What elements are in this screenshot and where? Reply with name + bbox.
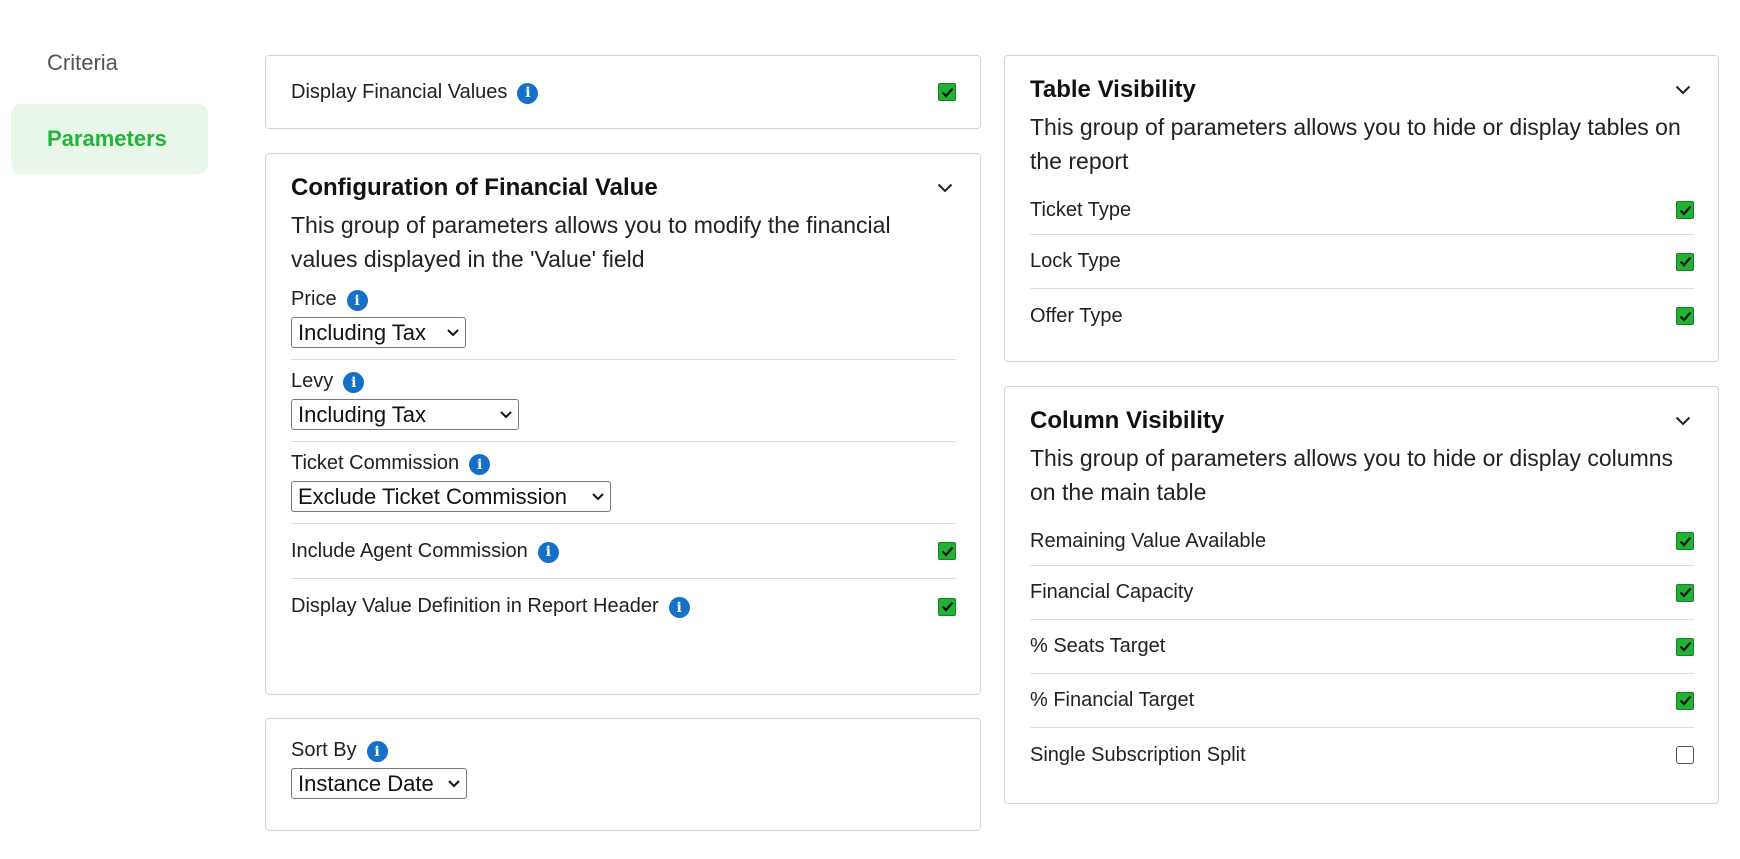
column-visibility-item: Single Subscription Split — [1030, 728, 1694, 782]
value-definition-row: Display Value Definition in Report Heade… — [291, 579, 956, 634]
financial-capacity-label: Financial Capacity — [1030, 581, 1194, 603]
table-visibility-item: Lock Type — [1030, 235, 1694, 289]
ticket-type-label: Ticket Type — [1030, 198, 1132, 221]
value-definition-checkbox[interactable] — [938, 597, 956, 616]
financial-target-label: % Financial Target — [1030, 689, 1195, 711]
ticket-type-checkbox[interactable] — [1676, 201, 1694, 219]
ticket-commission-select[interactable]: Exclude Ticket Commission — [291, 481, 611, 512]
seats-target-label: % Seats Target — [1030, 635, 1166, 657]
remaining-value-label: Remaining Value Available — [1030, 529, 1267, 552]
levy-label: Levy — [291, 370, 334, 392]
agent-commission-label: Include Agent Commission — [291, 539, 528, 562]
ticket-commission-select-value: Exclude Ticket Commission — [298, 483, 567, 509]
value-definition-label: Display Value Definition in Report Heade… — [291, 595, 659, 617]
display-financial-label: Display Financial Values — [291, 80, 508, 103]
chevron-down-icon — [500, 410, 512, 419]
financial-target-checkbox[interactable] — [1676, 691, 1694, 710]
column-visibility-title: Column Visibility — [1030, 407, 1225, 434]
column-visibility-card: Column Visibility This group of paramete… — [1004, 386, 1719, 804]
chevron-down-icon — [592, 492, 604, 501]
column-visibility-item: Remaining Value Available — [1030, 517, 1694, 566]
table-visibility-title: Table Visibility — [1030, 76, 1196, 103]
column-visibility-item: Financial Capacity — [1030, 566, 1694, 620]
remaining-value-checkbox[interactable] — [1676, 532, 1694, 550]
ticket-commission-label: Ticket Commission — [291, 452, 460, 474]
levy-select-value: Including Tax — [298, 401, 427, 427]
info-icon[interactable]: i — [346, 290, 368, 311]
ticket-commission-field: Ticket Commission i Exclude Ticket Commi… — [291, 442, 956, 524]
financial-capacity-checkbox[interactable] — [1676, 583, 1694, 602]
display-financial-checkbox[interactable] — [938, 83, 956, 101]
levy-field: Levy i Including Tax — [291, 360, 956, 442]
table-visibility-description: This group of parameters allows you to h… — [1030, 114, 1681, 174]
chevron-down-icon[interactable] — [1672, 79, 1694, 101]
chevron-down-icon — [447, 328, 459, 337]
price-label: Price — [291, 288, 337, 310]
nav-item-label: Criteria — [47, 50, 118, 75]
sort-by-card: Sort By i Instance Date — [265, 718, 981, 831]
info-icon[interactable]: i — [537, 541, 559, 563]
column-visibility-item: % Seats Target — [1030, 620, 1694, 674]
sort-by-select-value: Instance Date — [298, 770, 434, 796]
chevron-down-icon — [448, 779, 460, 788]
info-icon[interactable]: i — [366, 741, 388, 762]
config-financial-title: Configuration of Financial Value — [291, 174, 658, 201]
levy-select[interactable]: Including Tax — [291, 399, 519, 430]
single-subscription-checkbox[interactable] — [1676, 746, 1694, 764]
display-financial-card: Display Financial Values i — [265, 55, 981, 129]
agent-commission-row: Include Agent Commission i — [291, 524, 956, 579]
agent-commission-checkbox[interactable] — [938, 542, 956, 560]
config-financial-card: Configuration of Financial Value This gr… — [265, 153, 981, 695]
price-select[interactable]: Including Tax — [291, 317, 466, 348]
table-visibility-item: Offer Type — [1030, 289, 1694, 343]
table-visibility-item: Ticket Type — [1030, 186, 1694, 235]
offer-type-checkbox[interactable] — [1676, 307, 1694, 325]
lock-type-checkbox[interactable] — [1676, 252, 1694, 271]
nav-item-label: Parameters — [47, 126, 167, 151]
price-field: Price i Including Tax — [291, 276, 956, 360]
column-visibility-item: % Financial Target — [1030, 674, 1694, 728]
info-icon[interactable]: i — [517, 82, 539, 104]
nav-item-parameters[interactable]: Parameters — [11, 104, 208, 174]
offer-type-label: Offer Type — [1030, 304, 1123, 327]
chevron-down-icon[interactable] — [1672, 410, 1694, 432]
single-subscription-label: Single Subscription Split — [1030, 743, 1246, 766]
info-icon[interactable]: i — [343, 372, 365, 393]
price-select-value: Including Tax — [298, 319, 427, 345]
sort-by-label: Sort By — [291, 739, 357, 761]
lock-type-label: Lock Type — [1030, 250, 1121, 272]
sort-by-select[interactable]: Instance Date — [291, 768, 467, 799]
chevron-down-icon[interactable] — [934, 177, 956, 199]
side-nav: Criteria Parameters — [11, 28, 208, 180]
info-icon[interactable]: i — [469, 454, 491, 475]
seats-target-checkbox[interactable] — [1676, 637, 1694, 656]
column-visibility-description: This group of parameters allows you to h… — [1030, 445, 1674, 505]
config-financial-description: This group of parameters allows you to m… — [291, 212, 891, 272]
nav-item-criteria[interactable]: Criteria — [11, 28, 208, 98]
info-icon[interactable]: i — [668, 597, 690, 618]
table-visibility-card: Table Visibility This group of parameter… — [1004, 55, 1719, 362]
